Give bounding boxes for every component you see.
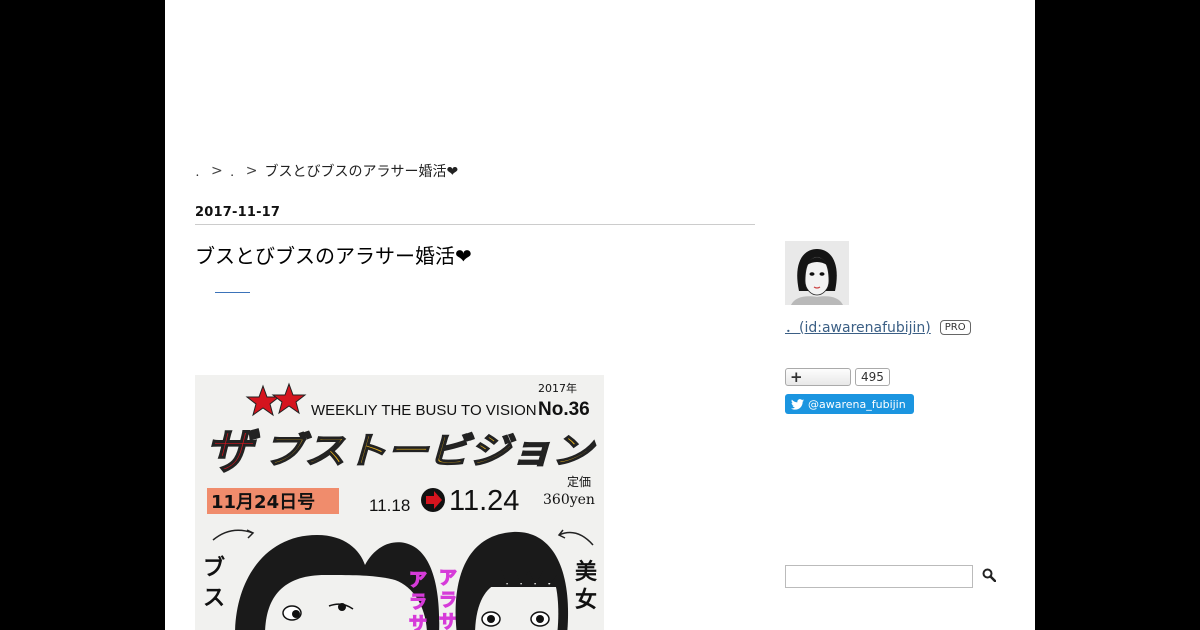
cover-issue-date: 11月24日号 bbox=[211, 492, 315, 513]
twitter-handle: @awarena_fubijin bbox=[808, 397, 906, 411]
cover-label-arasa-1: ア bbox=[409, 570, 427, 591]
cover-label-bijo-1: 美 bbox=[575, 559, 598, 585]
search-icon bbox=[982, 568, 997, 583]
cover-range-from: 11.18 bbox=[369, 496, 410, 515]
breadcrumb-home-link[interactable]: ． bbox=[195, 164, 205, 179]
cover-price-label: 定価 bbox=[567, 474, 591, 489]
category-tag-link[interactable] bbox=[215, 281, 250, 293]
profile-id: ．(id:awarenafubijin) PRO bbox=[785, 317, 971, 337]
magazine-cover-illustration: WEEKLIY THE BUSU TO VISION 2017年 No.36 ザ… bbox=[195, 375, 604, 630]
breadcrumb-separator: > bbox=[211, 163, 223, 179]
search-button[interactable] bbox=[979, 567, 999, 587]
cover-magazine-en: WEEKLIY THE BUSU TO VISION bbox=[311, 402, 537, 419]
profile-avatar[interactable] bbox=[785, 241, 849, 305]
cover-label-bijo-2: 女 bbox=[575, 587, 597, 613]
cover-label-busu-2: ス bbox=[203, 586, 225, 611]
pro-badge: PRO bbox=[939, 319, 971, 335]
search-input[interactable] bbox=[785, 565, 973, 588]
svg-text:ラ: ラ bbox=[439, 590, 457, 611]
svg-text:サ: サ bbox=[439, 612, 457, 630]
twitter-follow-button[interactable]: @awarena_fubijin bbox=[785, 394, 914, 414]
breadcrumb-current: ブスとびブスのアラサー婚活❤ bbox=[264, 164, 459, 180]
cover-year: 2017年 bbox=[538, 381, 577, 395]
page: ． > ． > ブスとびブスのアラサー婚活❤ 2017-11-17 ブスとびブス… bbox=[165, 0, 1035, 630]
eyecatch-image: WEEKLIY THE BUSU TO VISION 2017年 No.36 ザ… bbox=[195, 375, 604, 630]
subscribe-widget: + 495 bbox=[785, 368, 890, 386]
plus-icon: + bbox=[790, 368, 803, 386]
cover-label-busu-1: ブ bbox=[203, 555, 225, 581]
cover-label-arasa-2: ア bbox=[439, 568, 457, 589]
breadcrumb: ． > ． > ブスとびブスのアラサー婚活❤ bbox=[195, 161, 458, 181]
cover-issue-no: No.36 bbox=[538, 399, 590, 420]
subscriber-count: 495 bbox=[855, 368, 890, 386]
breadcrumb-separator: > bbox=[245, 163, 258, 179]
cover-range-to: 11.24 bbox=[449, 485, 519, 517]
cover-price: 360yen bbox=[543, 492, 595, 508]
breadcrumb-category-link[interactable]: ． bbox=[230, 164, 240, 179]
svg-text:サ: サ bbox=[409, 614, 427, 630]
cover-logo-title: ブストービジョン bbox=[263, 431, 596, 472]
article-title[interactable]: ブスとびブスのアラサー婚活❤ bbox=[195, 240, 472, 269]
article-date: 2017-11-17 bbox=[195, 205, 755, 225]
avatar-illustration bbox=[785, 241, 849, 305]
svg-text:ラ: ラ bbox=[409, 592, 427, 613]
sidebar: ．(id:awarenafubijin) PRO + 495 @awarena_… bbox=[785, 241, 1015, 414]
twitter-bird-icon bbox=[791, 398, 804, 410]
profile-id-link[interactable]: ．(id:awarenafubijin) bbox=[785, 317, 931, 337]
subscribe-button[interactable]: + bbox=[785, 368, 851, 386]
search-form bbox=[785, 565, 999, 588]
cover-logo-za: ザ bbox=[205, 424, 260, 480]
